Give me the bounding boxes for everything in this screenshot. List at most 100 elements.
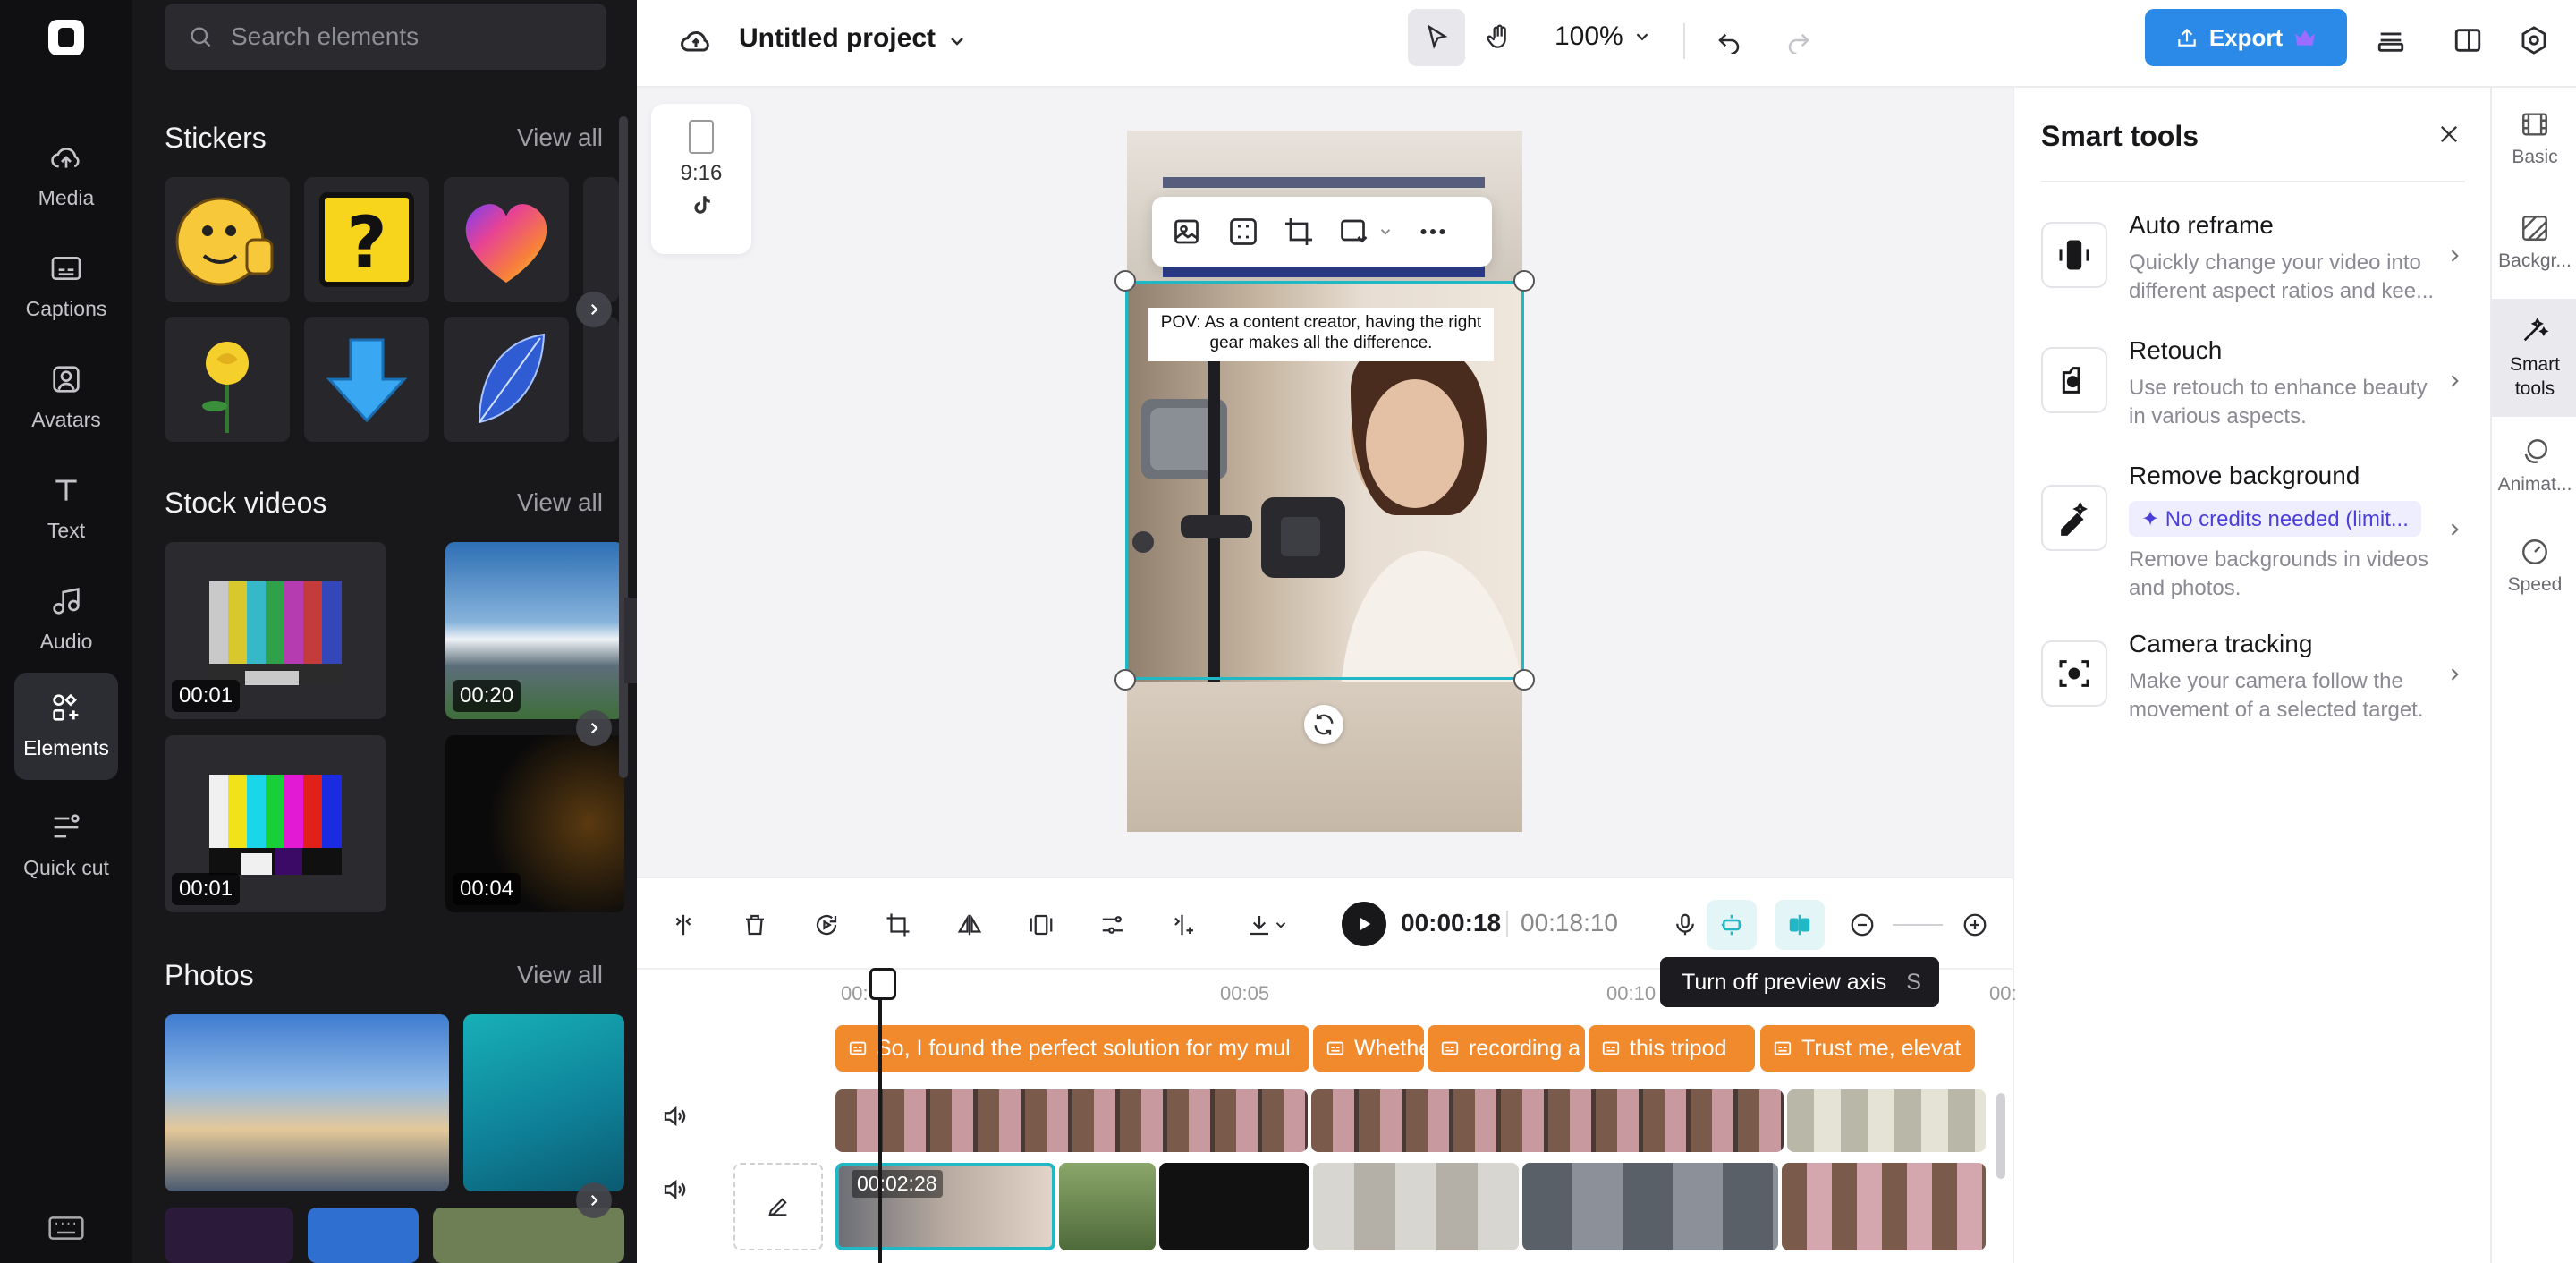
replace-image-icon[interactable] — [1172, 216, 1204, 248]
export-button[interactable]: Export — [2145, 9, 2347, 66]
smart-tool-camera-tracking[interactable]: Camera tracking Make your camera follow … — [2041, 630, 2462, 728]
photo-flowers[interactable] — [165, 1208, 293, 1263]
rotate-handle[interactable] — [1304, 705, 1343, 744]
settings-button[interactable] — [2512, 18, 2556, 63]
sticker-thumbs-up-emoji[interactable] — [165, 177, 290, 302]
record-voiceover-button[interactable] — [1665, 905, 1705, 945]
rail-tab-basic[interactable]: Basic — [2492, 109, 2576, 168]
stock-video-color-bars[interactable]: 00:01 — [165, 542, 386, 719]
resize-handle-top-left[interactable] — [1114, 270, 1136, 292]
stock-video-mountains[interactable]: 00:20 — [445, 542, 624, 719]
cover-edit-button[interactable] — [733, 1163, 823, 1250]
select-tool-button[interactable] — [1408, 9, 1465, 66]
toggle-panel-button[interactable] — [2445, 18, 2490, 63]
zoom-slider[interactable] — [1893, 924, 1943, 926]
freeze-button[interactable] — [1021, 905, 1061, 945]
photos-next-arrow[interactable] — [576, 1182, 612, 1218]
canvas-area[interactable]: 9:16 POV: As a content creator, having t… — [637, 88, 2012, 877]
cloud-sync-icon[interactable] — [676, 21, 716, 61]
photos-view-all-link[interactable]: View all — [517, 961, 603, 989]
smart-split-button[interactable] — [1165, 905, 1204, 945]
snap-toggle[interactable] — [1775, 900, 1825, 950]
layers-button[interactable] — [2368, 18, 2413, 63]
sticker-yellow-rose[interactable] — [165, 317, 290, 442]
crop-button[interactable] — [878, 905, 918, 945]
caption-clip[interactable]: Whethe — [1313, 1025, 1424, 1072]
sticker-down-arrow[interactable] — [304, 317, 429, 442]
rail-tab-speed[interactable]: Speed — [2492, 537, 2576, 596]
overlay-video-clip[interactable] — [1787, 1089, 1986, 1152]
caption-clip[interactable]: recording a — [1428, 1025, 1585, 1072]
resize-handle-bottom-right[interactable] — [1513, 669, 1535, 691]
rail-item-quick-cut[interactable]: Quick cut — [14, 793, 118, 900]
sticker-partial[interactable] — [583, 317, 619, 442]
main-video-clip[interactable] — [1159, 1163, 1309, 1250]
main-video-clip[interactable] — [1522, 1163, 1778, 1250]
timeline-scrollbar[interactable] — [1996, 1093, 2005, 1179]
zoom-in-button[interactable] — [1955, 905, 1995, 945]
stickers-view-all-link[interactable]: View all — [517, 123, 603, 152]
rail-item-media[interactable]: Media — [14, 132, 118, 220]
play-button[interactable] — [1342, 902, 1386, 946]
download-dropdown[interactable] — [1236, 905, 1299, 945]
rail-tab-animation[interactable]: Animat... — [2492, 437, 2576, 496]
undo-button[interactable] — [1707, 18, 1751, 63]
rail-tab-background[interactable]: Backgr... — [2492, 213, 2576, 272]
photo-sea-boat[interactable] — [463, 1014, 624, 1191]
smart-tool-auto-reframe[interactable]: Auto reframe Quickly change your video i… — [2041, 211, 2462, 309]
mute-track-button[interactable] — [657, 1098, 692, 1134]
resize-handle-bottom-left[interactable] — [1114, 669, 1136, 691]
preview-axis-toggle[interactable] — [1707, 900, 1757, 950]
image-effects-icon[interactable] — [1338, 216, 1370, 248]
chevron-down-icon[interactable] — [941, 25, 973, 57]
rail-item-elements[interactable]: Elements — [14, 673, 118, 780]
caption-clip[interactable]: Trust me, elevat — [1760, 1025, 1975, 1072]
rail-item-captions[interactable]: Captions — [14, 243, 118, 331]
rail-item-audio[interactable]: Audio — [14, 576, 118, 664]
main-video-clip[interactable] — [1059, 1163, 1156, 1250]
adjust-button[interactable] — [1093, 905, 1132, 945]
sticker-rainbow-heart[interactable] — [444, 177, 569, 302]
stock-video-sparkles[interactable]: 00:04 — [445, 735, 624, 912]
hand-tool-button[interactable] — [1470, 9, 1528, 66]
main-video-clip[interactable] — [1313, 1163, 1519, 1250]
mirror-button[interactable] — [950, 905, 989, 945]
stock-videos-next-arrow[interactable] — [576, 710, 612, 746]
more-options-icon[interactable] — [1417, 216, 1449, 248]
main-video-clip-selected[interactable]: 00:02:28 — [835, 1163, 1055, 1250]
delete-button[interactable] — [735, 905, 775, 945]
loop-button[interactable] — [807, 905, 846, 945]
caption-clip[interactable]: So, I found the perfect solution for my … — [835, 1025, 1309, 1072]
rail-item-avatars[interactable]: Avatars — [14, 354, 118, 442]
caption-clip[interactable]: this tripod — [1589, 1025, 1755, 1072]
rail-tab-smart-tools[interactable]: Smart tools — [2492, 299, 2576, 417]
main-video-clip[interactable] — [1782, 1163, 1986, 1250]
playhead[interactable] — [869, 968, 896, 1263]
stock-video-color-bars-2[interactable]: 00:01 — [165, 735, 386, 912]
stock-videos-view-all-link[interactable]: View all — [517, 488, 603, 517]
zoom-dropdown[interactable]: 100% — [1555, 21, 1652, 52]
split-button[interactable] — [664, 905, 703, 945]
aspect-ratio-card[interactable]: 9:16 — [651, 104, 751, 254]
focus-frame-icon[interactable] — [1227, 216, 1259, 248]
project-title[interactable]: Untitled project — [739, 23, 936, 54]
crop-icon[interactable] — [1283, 216, 1315, 248]
overlay-video-clip[interactable] — [1311, 1089, 1784, 1152]
sticker-question-block[interactable]: ? — [304, 177, 429, 302]
video-caption-text[interactable]: POV: As a content creator, having the ri… — [1148, 308, 1494, 361]
sticker-partial[interactable] — [583, 177, 619, 302]
sticker-blue-leaf[interactable] — [444, 317, 569, 442]
photo-sky[interactable] — [308, 1208, 419, 1263]
resize-handle-top-right[interactable] — [1513, 270, 1535, 292]
stickers-next-arrow[interactable] — [576, 292, 612, 327]
zoom-out-button[interactable] — [1843, 905, 1882, 945]
mute-main-track-button[interactable] — [657, 1172, 692, 1208]
chevron-down-icon[interactable] — [1377, 224, 1394, 240]
rail-item-text[interactable]: Text — [14, 465, 118, 553]
redo-button[interactable] — [1776, 18, 1821, 63]
overlay-video-clip[interactable] — [835, 1089, 1308, 1152]
search-input[interactable]: Search elements — [165, 4, 606, 70]
smart-tool-retouch[interactable]: Retouch Use retouch to enhance beauty in… — [2041, 336, 2462, 435]
photo-city-skyline[interactable] — [165, 1014, 449, 1191]
keyboard-icon[interactable] — [48, 1215, 84, 1242]
